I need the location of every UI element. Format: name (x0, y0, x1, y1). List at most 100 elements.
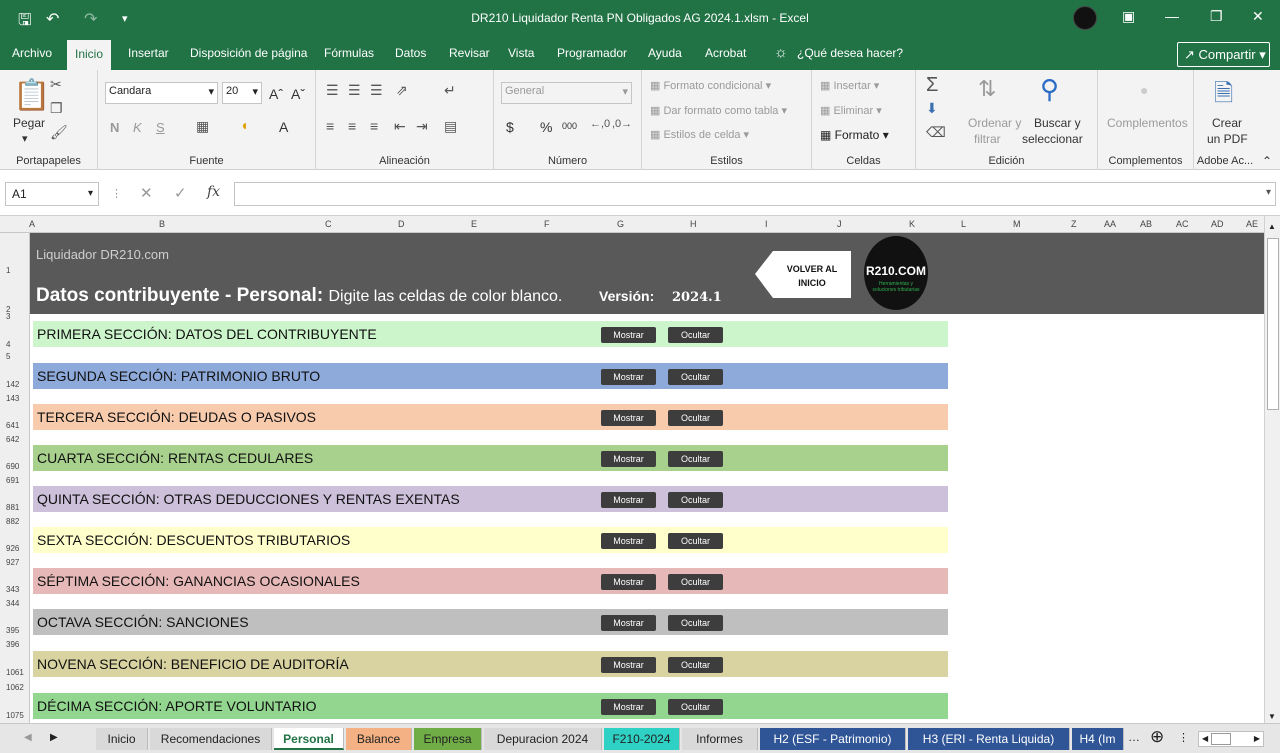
number-format-select[interactable]: General ▾ (501, 82, 632, 104)
align-middle-icon[interactable]: ☰ (348, 82, 361, 99)
show-button[interactable]: Mostrar (601, 533, 656, 549)
align-center-icon[interactable]: ≡ (348, 118, 356, 134)
show-button[interactable]: Mostrar (601, 699, 656, 715)
orientation-icon[interactable]: ⇗ (396, 82, 408, 99)
worksheet-grid[interactable]: Liquidador DR210.com Datos contribuyente… (30, 233, 1264, 723)
show-button[interactable]: Mostrar (601, 451, 656, 467)
conditional-format-button[interactable]: ▦ Formato condicional ▾ (650, 79, 771, 92)
add-sheet-icon[interactable]: ⊕ (1150, 727, 1164, 747)
row-header[interactable]: 396 (0, 640, 30, 649)
sheet-tab[interactable]: H4 (Im (1072, 728, 1124, 750)
row-header[interactable]: 641 (0, 421, 30, 430)
format-painter-icon[interactable]: 🖌 (50, 124, 68, 141)
row-header[interactable]: 881 (0, 503, 30, 512)
align-right-icon[interactable]: ≡ (370, 118, 378, 134)
maximize-icon[interactable]: ❐ (1210, 8, 1223, 25)
percent-button[interactable]: % (540, 119, 552, 135)
scroll-left-icon[interactable]: ◀ (1202, 734, 1208, 743)
find-select-label-2[interactable]: seleccionar (1022, 132, 1083, 146)
minimize-icon[interactable]: — (1165, 8, 1179, 24)
shrink-font-icon[interactable]: Aˇ (291, 86, 305, 102)
row-header[interactable]: 691 (0, 476, 30, 485)
account-avatar[interactable] (1073, 6, 1097, 30)
column-header[interactable]: AD (1211, 219, 1224, 229)
tab-insertar[interactable]: Insertar (120, 38, 177, 70)
share-button[interactable]: ↗ Compartir ▾ (1177, 42, 1270, 67)
copy-icon[interactable]: ❐ (50, 100, 63, 117)
cell-styles-button[interactable]: ▦ Estilos de celda ▾ (650, 128, 749, 141)
align-bottom-icon[interactable]: ☰ (370, 82, 383, 99)
column-header[interactable]: I (765, 219, 768, 229)
column-header[interactable]: Z (1071, 219, 1077, 229)
sheet-tab[interactable]: Depuracion 2024 (484, 728, 602, 750)
row-header[interactable]: 1 (0, 266, 30, 275)
align-left-icon[interactable]: ≡ (326, 118, 334, 134)
dr210-logo[interactable]: R210.COM Herramientas y soluciones tribu… (864, 236, 928, 310)
format-cells-button[interactable]: ▦ Formato ▾ (820, 128, 889, 142)
show-button[interactable]: Mostrar (601, 369, 656, 385)
tab-acrobat[interactable]: Acrobat (697, 38, 754, 70)
column-header[interactable]: K (909, 219, 915, 229)
ribbon-display-icon[interactable]: ▣ (1122, 8, 1135, 25)
format-as-table-button[interactable]: ▦ Dar formato como tabla ▾ (650, 104, 787, 117)
cut-icon[interactable]: ✂ (50, 76, 62, 93)
tab-vista[interactable]: Vista (500, 38, 542, 70)
row-header[interactable]: 1062 (0, 683, 30, 692)
prev-sheet-icon[interactable]: ◀ (24, 732, 32, 743)
show-button[interactable]: Mostrar (601, 574, 656, 590)
formula-input[interactable]: ▾ (234, 182, 1276, 206)
font-size-select[interactable]: 20 ▾ (222, 82, 262, 104)
row-header[interactable]: 882 (0, 517, 30, 526)
row-header[interactable]: 344 (0, 599, 30, 608)
horizontal-scrollbar[interactable]: ◀ ▶ (1198, 731, 1264, 747)
sheet-tab[interactable]: Personal (274, 728, 344, 750)
tab-inicio[interactable]: Inicio (67, 38, 112, 70)
italic-button[interactable]: K (133, 120, 142, 135)
fill-color-icon[interactable]: ◖ (240, 117, 248, 133)
create-pdf-label-1[interactable]: Crear (1212, 116, 1242, 130)
grow-font-icon[interactable]: Aˆ (269, 86, 283, 102)
sort-filter-icon[interactable]: ⇅ (978, 76, 996, 102)
create-pdf-label-2[interactable]: un PDF (1207, 132, 1248, 146)
show-button[interactable]: Mostrar (601, 327, 656, 343)
paste-button[interactable]: Pegar (13, 116, 45, 130)
hide-button[interactable]: Ocultar (668, 574, 723, 590)
increase-indent-icon[interactable]: ⇥ (416, 118, 428, 135)
row-header[interactable]: 4 (0, 340, 30, 349)
hide-button[interactable]: Ocultar (668, 492, 723, 508)
row-header[interactable]: 642 (0, 435, 30, 444)
row-header[interactable]: 3 (0, 312, 30, 321)
paste-dropdown-icon[interactable]: ▾ (22, 132, 28, 145)
column-header[interactable]: AE (1246, 219, 1258, 229)
merge-center-icon[interactable]: ▤ (444, 118, 457, 135)
scroll-thumb[interactable] (1267, 238, 1279, 410)
clear-icon[interactable]: ⌫ (926, 124, 946, 141)
vertical-scrollbar[interactable]: ▲ ▼ (1264, 216, 1280, 723)
hide-button[interactable]: Ocultar (668, 657, 723, 673)
row-header[interactable]: 343 (0, 585, 30, 594)
column-header[interactable]: J (837, 219, 842, 229)
hide-button[interactable]: Ocultar (668, 451, 723, 467)
scroll-right-icon[interactable]: ▶ (1254, 734, 1260, 743)
hscroll-thumb[interactable] (1211, 733, 1231, 745)
increase-decimal-icon[interactable]: ←,0 (590, 118, 610, 130)
hide-button[interactable]: Ocultar (668, 327, 723, 343)
addins-button[interactable]: Complementos (1107, 116, 1188, 130)
align-top-icon[interactable]: ☰ (326, 82, 339, 99)
more-tabs-icon[interactable]: … (1128, 730, 1140, 744)
sheet-tab[interactable]: Recomendaciones (150, 728, 272, 750)
tab-disposicion[interactable]: Disposición de página (182, 38, 315, 70)
thousands-button[interactable]: 000 (562, 121, 577, 131)
decrease-decimal-icon[interactable]: ,0→ (612, 118, 632, 130)
column-header[interactable]: F (544, 219, 550, 229)
tab-formulas[interactable]: Fórmulas (316, 38, 382, 70)
hide-button[interactable]: Ocultar (668, 369, 723, 385)
row-header[interactable]: 690 (0, 462, 30, 471)
show-button[interactable]: Mostrar (601, 657, 656, 673)
cancel-icon[interactable]: ✕ (140, 184, 153, 202)
autosum-icon[interactable]: Σ (926, 74, 938, 97)
font-color-icon[interactable]: A (279, 119, 288, 135)
next-sheet-icon[interactable]: ▶ (50, 732, 58, 743)
insert-function-button[interactable]: fx (207, 184, 220, 200)
font-name-select[interactable]: Candara ▾ (105, 82, 218, 104)
